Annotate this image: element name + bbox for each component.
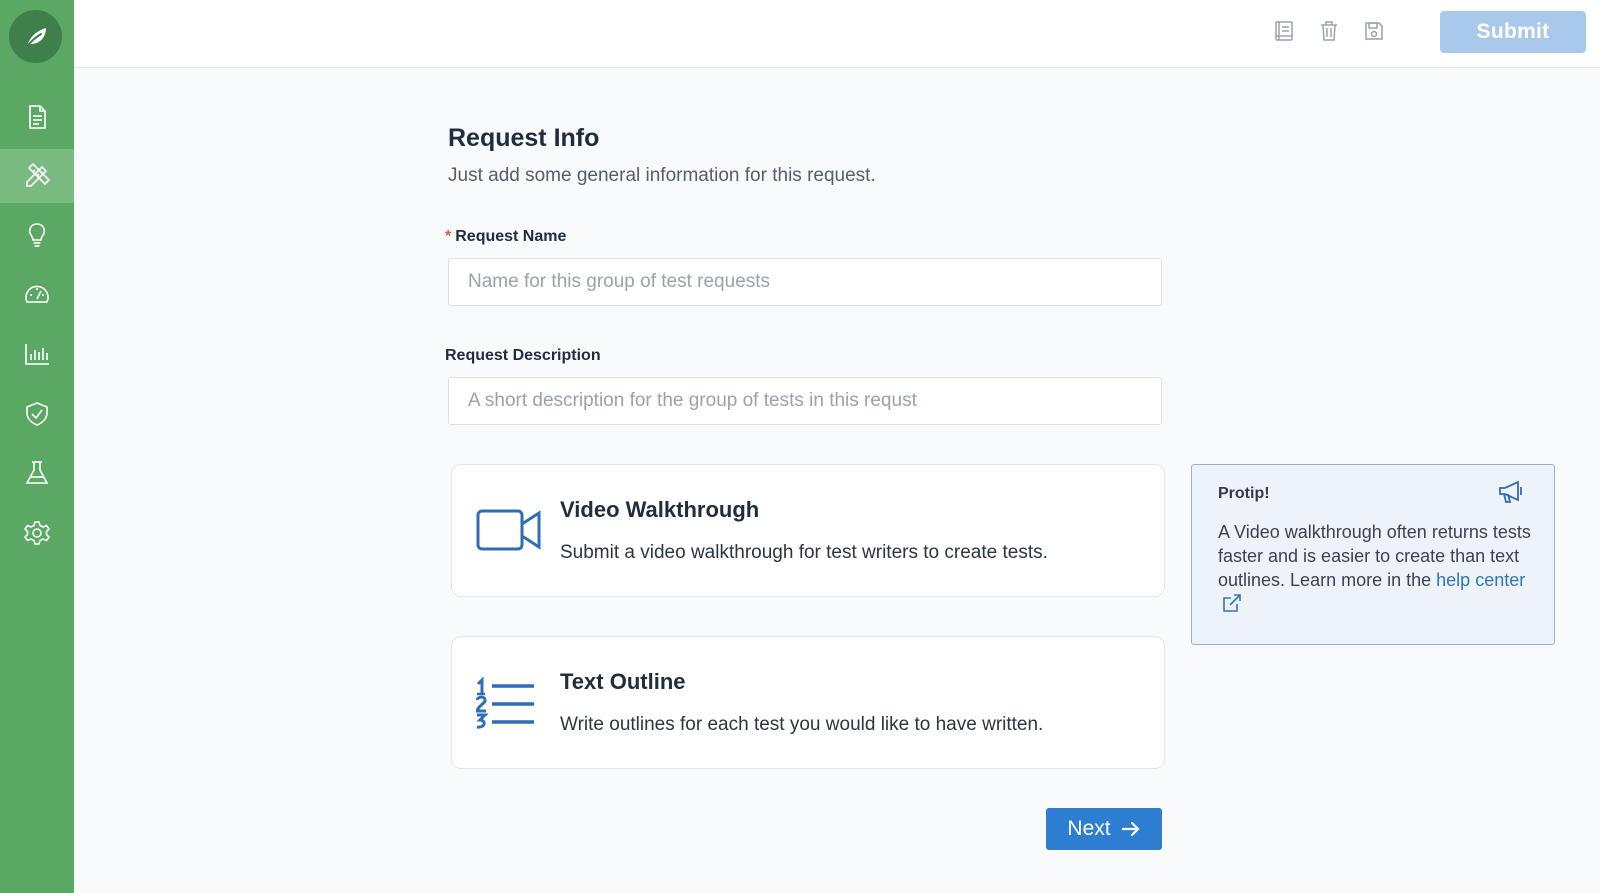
next-button[interactable]: Next — [1046, 808, 1162, 850]
flask-icon — [25, 461, 49, 484]
sidebar-item-security[interactable] — [0, 387, 74, 441]
save-icon — [1365, 22, 1383, 40]
video-camera-icon — [476, 507, 542, 558]
arrow-right-icon — [1121, 821, 1140, 837]
sidebar-item-dashboard[interactable] — [0, 268, 74, 322]
gear-icon — [23, 521, 51, 545]
protip-title: Protip! — [1218, 485, 1270, 502]
delete-button[interactable] — [1317, 19, 1341, 43]
sidebar-item-lab[interactable] — [0, 446, 74, 500]
sidebar-item-reports[interactable] — [0, 327, 74, 381]
option-description: Write outlines for each test you would l… — [560, 714, 1044, 735]
sidebar-item-documents[interactable] — [0, 90, 74, 144]
save-button[interactable] — [1362, 19, 1386, 43]
numbered-list-icon — [475, 675, 536, 734]
help-center-link-text: help center — [1436, 570, 1526, 590]
request-description-label: Request Description — [445, 347, 601, 364]
sidebar — [0, 0, 74, 893]
submit-button[interactable]: Submit — [1440, 11, 1586, 53]
main-content: Request Info Just add some general infor… — [74, 69, 1600, 893]
trash-icon — [1321, 21, 1337, 41]
protip-body: A Video walkthrough often returns tests … — [1218, 520, 1536, 616]
sidebar-item-settings[interactable] — [0, 506, 74, 560]
option-title: Text Outline — [560, 669, 686, 694]
text-outline-option[interactable]: Text Outline Write outlines for each tes… — [451, 636, 1165, 769]
request-name-label-text: Request Name — [455, 228, 567, 245]
external-link-icon — [1223, 594, 1241, 612]
page-subtitle: Just add some general information for th… — [448, 165, 876, 186]
option-title: Video Walkthrough — [560, 497, 760, 522]
request-name-label: * Request Name — [445, 228, 566, 246]
leaf-icon — [24, 27, 46, 49]
app-logo[interactable] — [9, 10, 62, 63]
next-button-label: Next — [1067, 817, 1111, 840]
video-walkthrough-option[interactable]: Video Walkthrough Submit a video walkthr… — [451, 464, 1165, 597]
page-title: Request Info — [448, 124, 600, 152]
protip-panel: Protip! A Video walkthrough often return… — [1191, 464, 1555, 645]
sidebar-item-design[interactable] — [0, 149, 74, 203]
request-description-input[interactable] — [448, 377, 1162, 425]
top-toolbar: Submit — [74, 0, 1600, 68]
megaphone-icon — [1498, 480, 1524, 509]
speedometer-icon — [25, 285, 49, 303]
sidebar-item-ideas[interactable] — [0, 208, 74, 262]
document-icon — [29, 105, 46, 129]
required-marker: * — [445, 228, 452, 245]
bar-chart-icon — [25, 344, 49, 365]
lightbulb-icon — [28, 223, 46, 247]
shield-check-icon — [26, 402, 48, 426]
request-name-input[interactable] — [448, 258, 1162, 306]
option-description: Submit a video walkthrough for test writ… — [560, 542, 1048, 563]
pencil-ruler-icon — [26, 162, 51, 187]
notebook-icon — [1275, 21, 1293, 41]
notebook-button[interactable] — [1272, 19, 1296, 43]
